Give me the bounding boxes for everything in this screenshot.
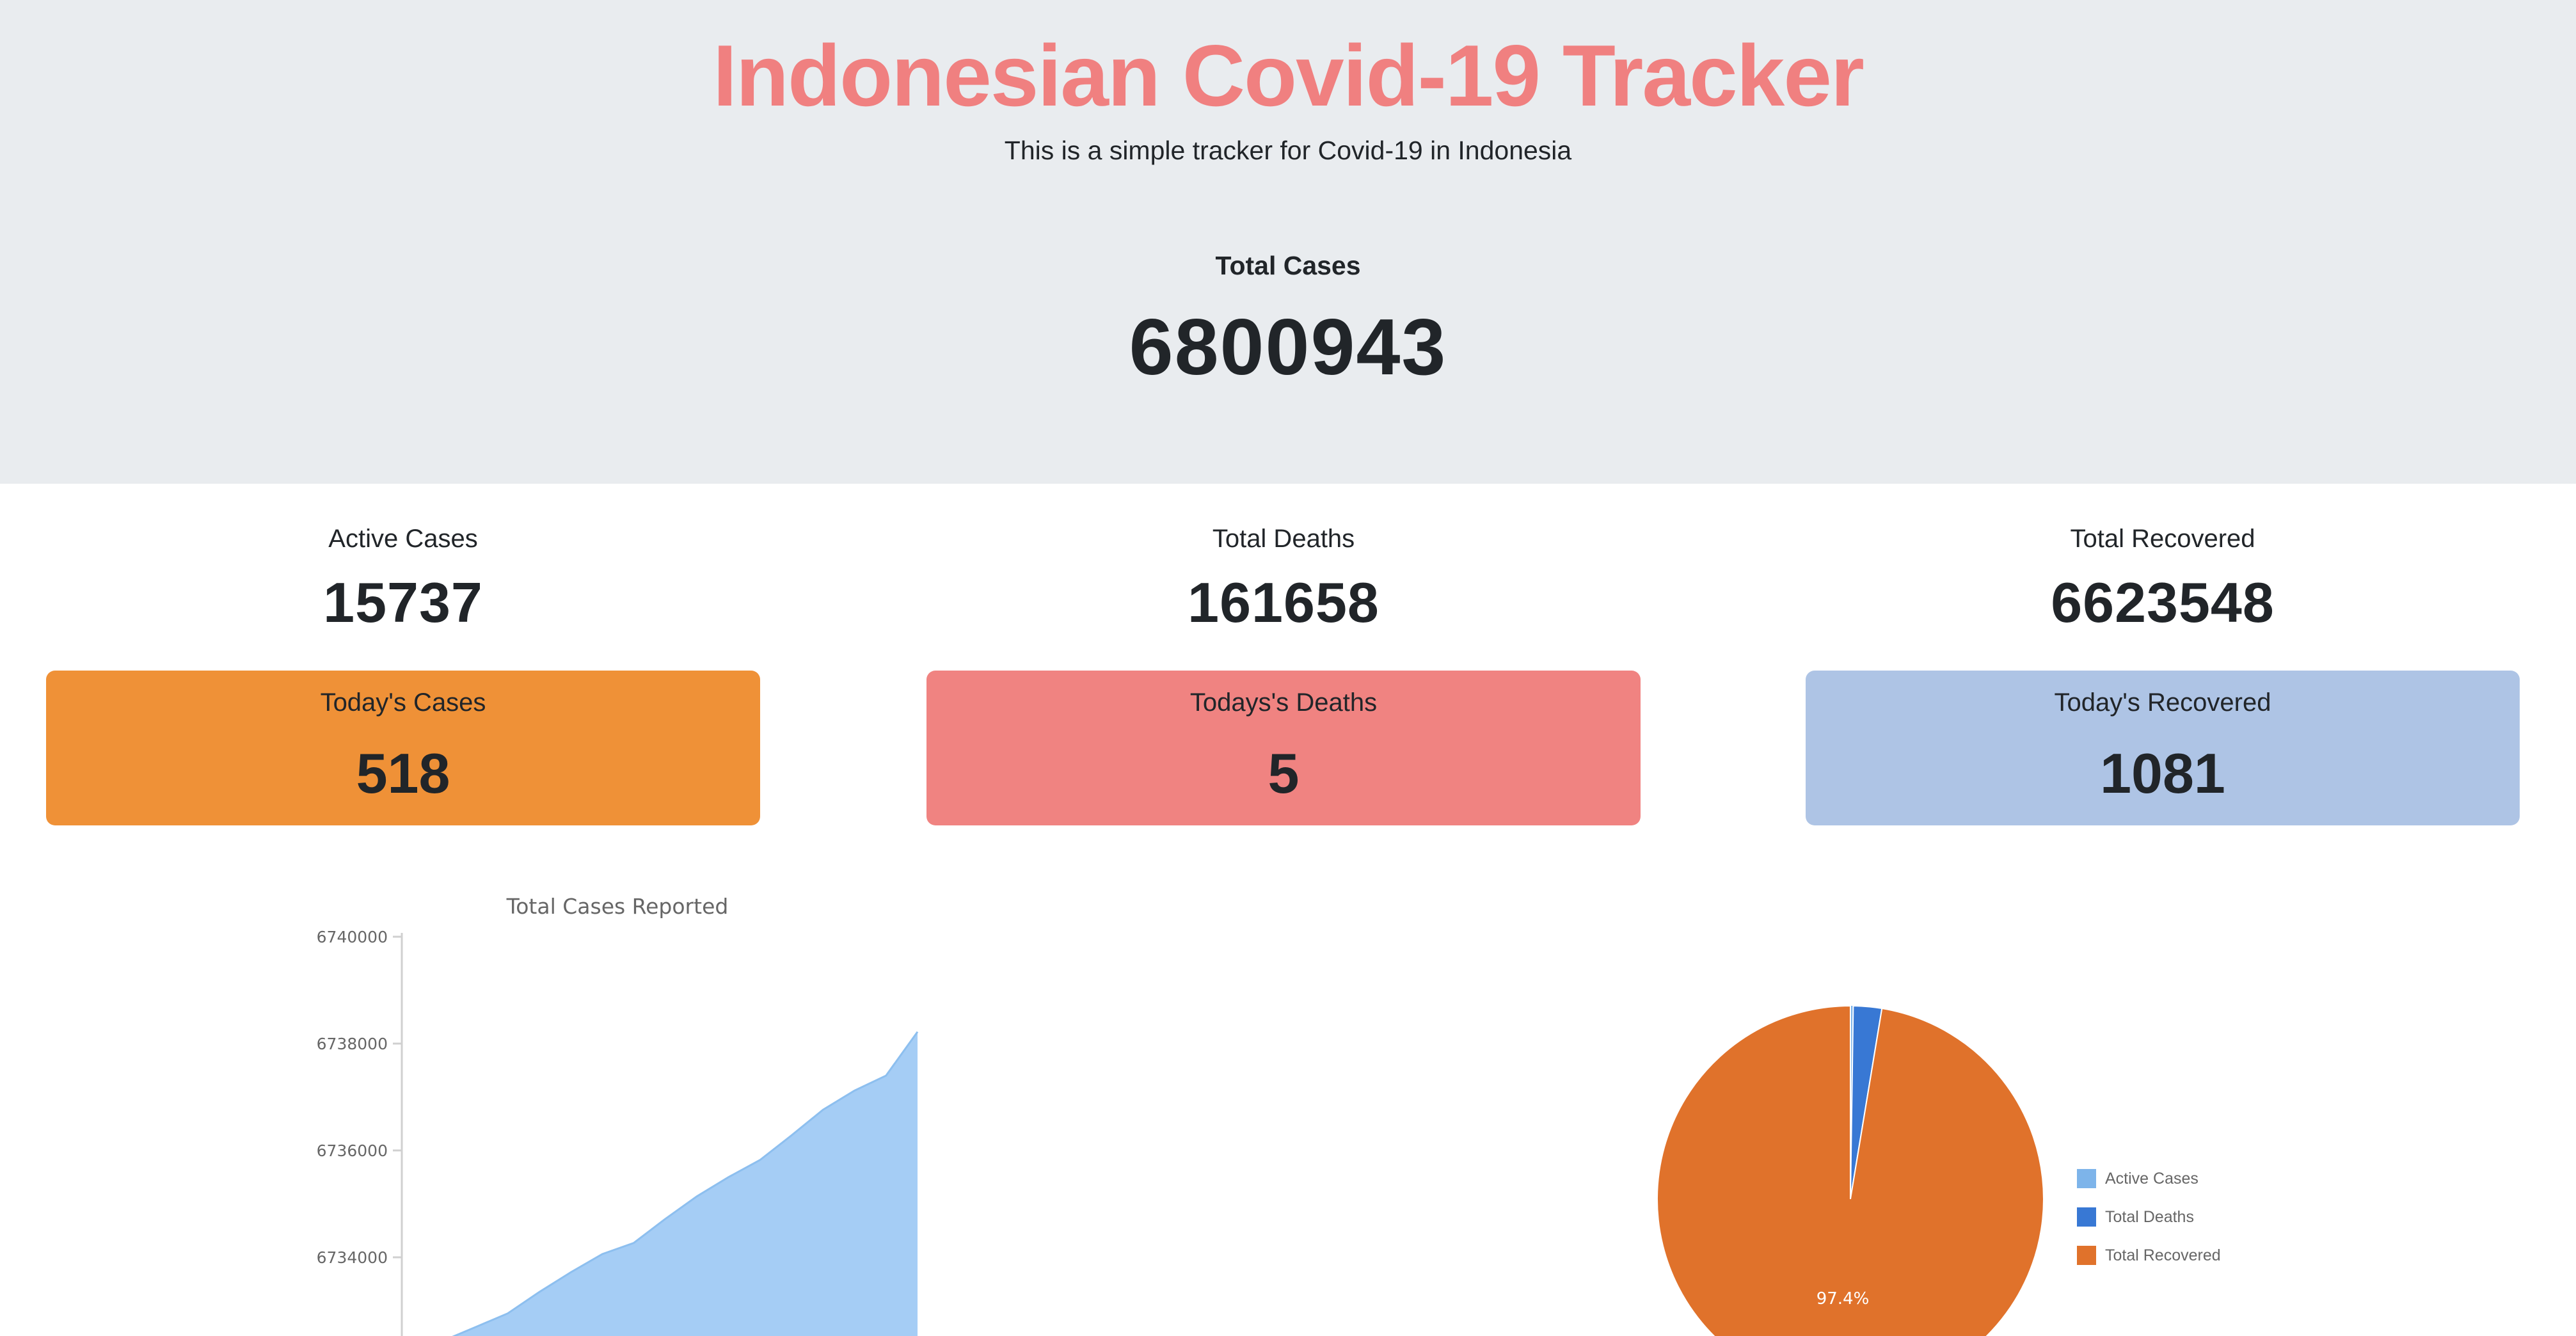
- card-value: 1081: [2100, 742, 2225, 805]
- legend-label: Total Recovered: [2105, 1246, 2221, 1264]
- card-value: 518: [356, 742, 450, 805]
- y-tick-label: 6740000: [317, 928, 388, 946]
- pie-data-label: 97.4%: [1817, 1289, 1870, 1308]
- legend-swatch: [2077, 1169, 2096, 1188]
- legend-item-active[interactable]: Active Cases: [2077, 1159, 2221, 1198]
- legend-swatch: [2077, 1207, 2096, 1227]
- card-label: Today's Cases: [320, 688, 486, 717]
- stat-total-deaths: Total Deaths 161658: [926, 525, 1641, 635]
- todays-deaths-card: Todays's Deaths 5: [926, 671, 1641, 825]
- stat-value: 15737: [323, 571, 483, 634]
- pie-slice-recovered: [1656, 1005, 2044, 1336]
- case-distribution-pie-chart: 97.4%: [1656, 1005, 2044, 1336]
- stat-label: Total Recovered: [2070, 525, 2255, 553]
- y-tick-label: 6736000: [317, 1141, 388, 1160]
- stat-total-recovered: Total Recovered 6623548: [1806, 525, 2520, 635]
- y-tick-label: 6738000: [317, 1035, 388, 1053]
- page-subtitle: This is a simple tracker for Covid-19 in…: [1004, 136, 1572, 165]
- stat-label: Total Deaths: [1212, 525, 1355, 553]
- todays-recovered-card: Today's Recovered 1081: [1806, 671, 2520, 825]
- pie-legend: Active Cases Total Deaths Total Recovere…: [2077, 1159, 2221, 1275]
- legend-swatch: [2077, 1246, 2096, 1265]
- stat-value: 6623548: [2051, 571, 2275, 634]
- card-value: 5: [1268, 742, 1300, 805]
- total-cases-area-chart: Total Cases Reported 6740000 6738000 673600…: [317, 894, 919, 1336]
- legend-item-recovered[interactable]: Total Recovered: [2077, 1236, 2221, 1275]
- legend-label: Total Deaths: [2105, 1207, 2194, 1226]
- legend-label: Active Cases: [2105, 1169, 2198, 1188]
- chart-title: Total Cases Reported: [506, 894, 729, 919]
- total-cases-label: Total Cases: [1215, 251, 1361, 280]
- area-fill: [445, 1031, 918, 1336]
- y-tick-label: 6734000: [317, 1248, 388, 1267]
- todays-cases-card: Today's Cases 518: [46, 671, 760, 825]
- hero-banner: Indonesian Covid-19 Tracker This is a si…: [0, 0, 2576, 484]
- total-cases-value: 6800943: [1129, 303, 1447, 392]
- stat-active-cases: Active Cases 15737: [46, 525, 760, 635]
- stat-label: Active Cases: [328, 525, 478, 553]
- page-title: Indonesian Covid-19 Tracker: [713, 27, 1864, 124]
- card-label: Today's Recovered: [2054, 688, 2271, 717]
- stat-value: 161658: [1188, 571, 1379, 634]
- legend-item-deaths[interactable]: Total Deaths: [2077, 1198, 2221, 1236]
- card-label: Todays's Deaths: [1189, 688, 1378, 717]
